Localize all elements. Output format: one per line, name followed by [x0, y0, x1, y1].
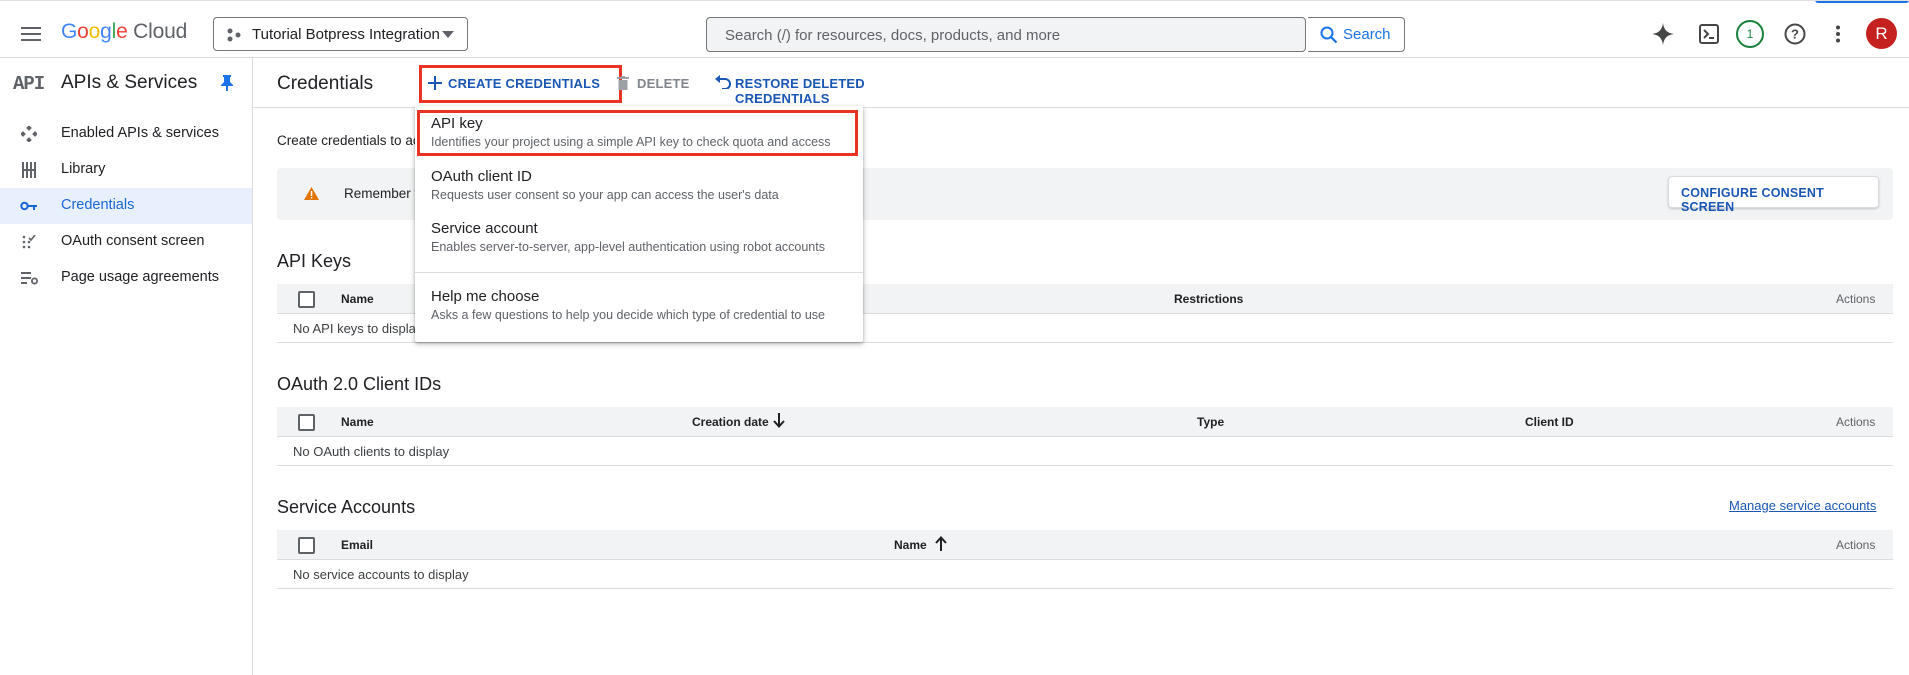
configure-consent-screen-button[interactable]: CONFIGURE CONSENT SCREEN — [1668, 176, 1879, 214]
google-cloud-logo[interactable]: Google Cloud — [61, 20, 187, 44]
sidebar-item-library[interactable]: Library — [0, 152, 252, 188]
oauth-title: OAuth 2.0 Client IDs — [277, 374, 442, 394]
empty-message: No API keys to displa — [293, 321, 416, 336]
svg-text:?: ? — [1791, 27, 1799, 42]
column-header-actions: Actions — [1836, 292, 1876, 306]
menu-item-oauth-client-id[interactable]: OAuth client ID Requests user consent so… — [415, 162, 863, 210]
column-header-actions: Actions — [1836, 415, 1876, 429]
api-logo: API — [13, 73, 45, 95]
more-vert-icon[interactable] — [1835, 25, 1841, 43]
column-header-name[interactable]: Name — [341, 292, 374, 306]
api-keys-title: API Keys — [277, 251, 352, 271]
column-header-client-id[interactable]: Client ID — [1525, 415, 1574, 429]
caret-down-icon — [442, 31, 454, 38]
menu-item-api-key[interactable]: API key Identifies your project using a … — [415, 111, 863, 157]
table-row: No service accounts to display — [277, 560, 1893, 589]
project-name: Tutorial Botpress Integration — [252, 26, 440, 43]
configure-consent-label: CONFIGURE CONSENT SCREEN — [1681, 186, 1824, 214]
arrow-up-icon[interactable] — [935, 536, 947, 551]
search-placeholder: Search (/) for resources, docs, products… — [725, 27, 1061, 44]
menu-item-title: OAuth client ID — [431, 168, 532, 185]
sidebar-item-label: Credentials — [61, 197, 135, 213]
menu-item-desc: Enables server-to-server, app-level auth… — [431, 240, 825, 254]
menu-item-desc: Requests user consent so your app can ac… — [431, 188, 779, 202]
sidebar-item-enabled-apis[interactable]: Enabled APIs & services — [0, 116, 252, 152]
settings-list-icon — [21, 271, 38, 285]
enabled-apis-icon — [21, 126, 37, 142]
select-all-checkbox[interactable] — [298, 291, 315, 308]
delete-button[interactable]: DELETE — [617, 74, 690, 96]
column-header-name[interactable]: Name — [894, 538, 927, 552]
intro-text: Create credentials to ac — [277, 133, 420, 148]
column-header-actions: Actions — [1836, 538, 1876, 552]
menu-item-service-account[interactable]: Service account Enables server-to-server… — [415, 214, 863, 262]
banner-text: Remember t — [344, 186, 419, 201]
sidebar-item-oauth-consent[interactable]: OAuth consent screen — [0, 224, 252, 260]
sidebar-item-label: Page usage agreements — [61, 269, 219, 285]
oauth-table-header: Name Creation date Type Client ID Action… — [277, 407, 1893, 437]
page-title: Credentials — [277, 73, 374, 94]
consent-icon — [22, 235, 36, 249]
sidebar-item-credentials[interactable]: Credentials — [0, 188, 252, 224]
create-credentials-menu: API key Identifies your project using a … — [415, 106, 863, 342]
delete-label: DELETE — [637, 76, 690, 91]
notifications-badge[interactable]: 1 — [1736, 20, 1764, 48]
library-icon — [22, 162, 36, 178]
column-header-creation-date[interactable]: Creation date — [692, 415, 769, 429]
avatar[interactable]: R — [1866, 18, 1897, 49]
warning-icon — [304, 187, 319, 200]
search-input[interactable]: Search (/) for resources, docs, products… — [706, 17, 1306, 52]
search-button-label: Search — [1343, 26, 1391, 43]
menu-icon[interactable] — [21, 26, 41, 42]
column-header-email[interactable]: Email — [341, 538, 373, 552]
cloud-shell-icon[interactable] — [1699, 24, 1719, 44]
plus-icon — [428, 76, 442, 90]
menu-item-title: Help me choose — [431, 288, 540, 305]
sidebar-item-label: Library — [61, 161, 106, 177]
menu-item-title: Service account — [431, 220, 538, 237]
column-header-restrictions: Restrictions — [1174, 292, 1244, 306]
pin-icon[interactable] — [221, 75, 233, 91]
key-icon — [20, 201, 38, 211]
arrow-down-icon[interactable] — [773, 413, 785, 428]
undo-icon — [715, 75, 731, 89]
manage-service-accounts-link[interactable]: Manage service accounts — [1729, 498, 1876, 513]
project-icon — [226, 27, 242, 43]
empty-message: No OAuth clients to display — [293, 444, 450, 459]
sidebar-item-label: Enabled APIs & services — [61, 125, 219, 141]
menu-item-title: API key — [431, 115, 483, 132]
help-icon[interactable]: ? — [1784, 23, 1806, 45]
column-header-name[interactable]: Name — [341, 415, 374, 429]
create-credentials-button[interactable]: CREATE CREDENTIALS — [428, 74, 618, 96]
sidebar-title: APIs & Services — [61, 72, 198, 93]
column-header-type[interactable]: Type — [1197, 415, 1224, 429]
search-icon — [1320, 26, 1338, 44]
menu-item-desc: Identifies your project using a simple A… — [431, 135, 831, 149]
restore-deleted-credentials-button[interactable]: RESTORE DELETED CREDENTIALS — [715, 74, 940, 106]
table-row: No OAuth clients to display — [277, 437, 1893, 466]
menu-item-desc: Asks a few questions to help you decide … — [431, 308, 825, 322]
restore-label: RESTORE DELETED CREDENTIALS — [735, 76, 865, 106]
sidebar-item-label: OAuth consent screen — [61, 233, 205, 249]
menu-divider — [415, 272, 863, 273]
create-credentials-label: CREATE CREDENTIALS — [448, 76, 601, 91]
select-all-checkbox[interactable] — [298, 414, 315, 431]
trash-icon — [617, 76, 629, 90]
empty-message: No service accounts to display — [293, 567, 469, 582]
gemini-sparkle-icon[interactable] — [1652, 23, 1674, 45]
menu-item-help-me-choose[interactable]: Help me choose Asks a few questions to h… — [415, 282, 863, 330]
search-button[interactable]: Search — [1308, 17, 1405, 52]
project-picker[interactable]: Tutorial Botpress Integration — [213, 17, 468, 51]
service-accounts-title: Service Accounts — [277, 497, 416, 517]
sidebar-item-page-usage[interactable]: Page usage agreements — [0, 260, 252, 296]
service-accounts-table-header: Email Name Actions — [277, 530, 1893, 560]
select-all-checkbox[interactable] — [298, 537, 315, 554]
